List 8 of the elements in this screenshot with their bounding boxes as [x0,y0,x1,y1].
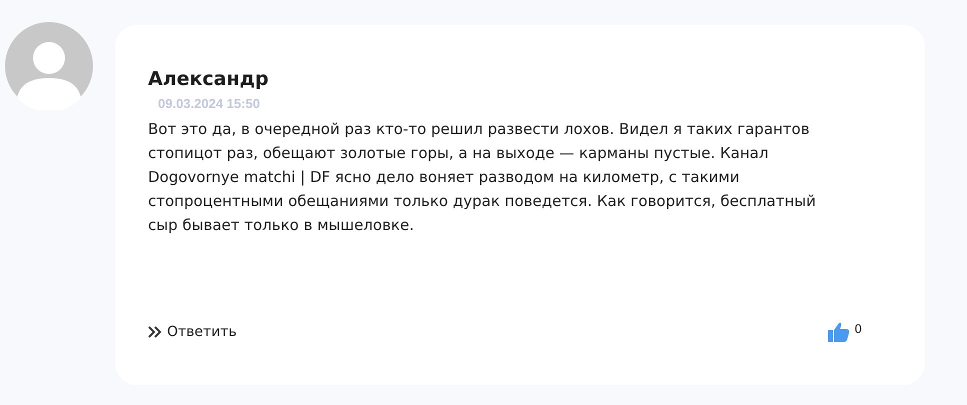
author-name: Александр [148,68,269,90]
reply-button[interactable]: Ответить [148,324,237,340]
thumbs-up-icon[interactable] [828,322,850,342]
chevrons-icon [148,326,162,338]
comment-date: 09.03.2024 15:50 [158,96,260,111]
like-count: 0 [854,322,862,336]
comment-text: Вот это да, в очередной раз кто-то решил развести лохов. Видел я таких гарантов стопицот раз, обещают золотые горы, а на выходе — карманы пустые. Канал Dogovornye matchi | DF ясно дело воняет разводом на километр, с такими стопроцентными обещаниями только дурак поведется. Как говорится, бесплатный сыр бывает только в мышеловке. [148,119,817,236]
avatar-icon [5,22,93,110]
